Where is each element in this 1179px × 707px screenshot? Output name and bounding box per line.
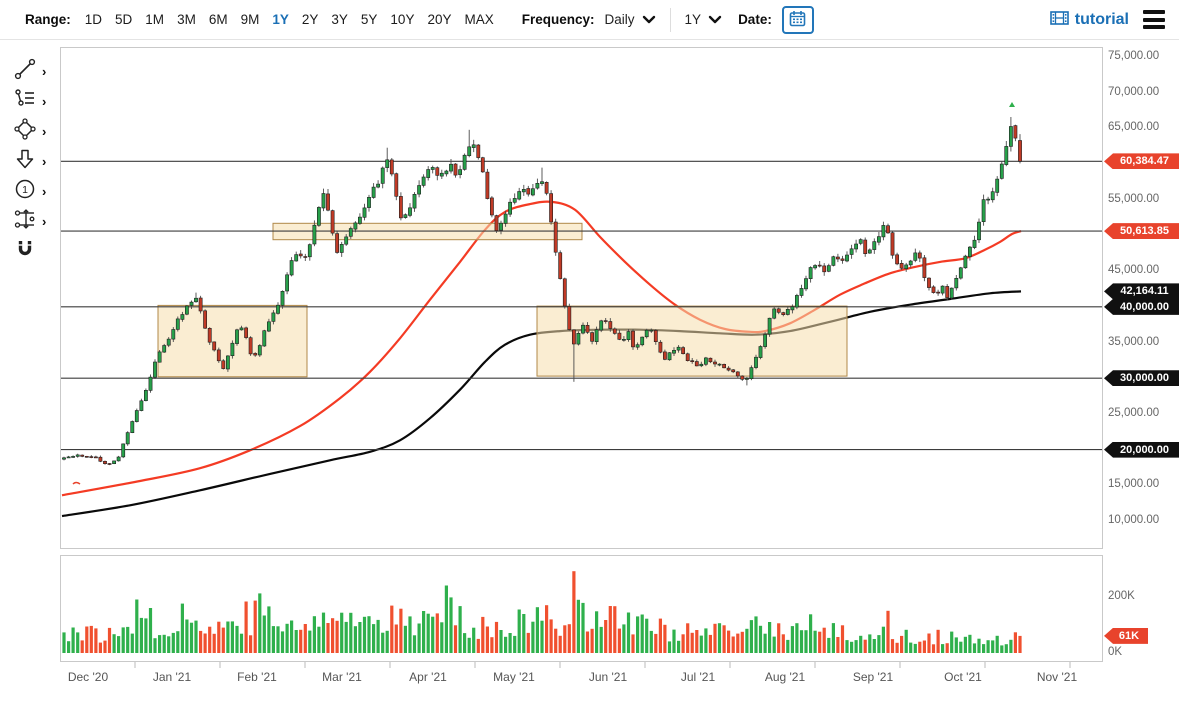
x-axis-month-label: Nov '21 [1025, 670, 1089, 684]
y-axis-tick: 75,000.00 [1108, 50, 1159, 62]
price-marker-badge: 30,000.00 [1104, 370, 1179, 386]
x-axis-month-label: Dec '20 [56, 670, 120, 684]
stock-chart-app: Range: 1D5D1M3M6M9M1Y2Y3Y5Y10Y20YMAX Fre… [0, 0, 1179, 707]
y-axis-tick: 35,000.00 [1108, 336, 1159, 348]
price-marker-badge: 60,384.47 [1104, 153, 1179, 169]
volume-axis-tick: 0K [1108, 646, 1122, 658]
x-axis-month-label: May '21 [482, 670, 546, 684]
volume-marker-badge: 61K [1104, 628, 1148, 644]
y-axis-tick: 15,000.00 [1108, 478, 1159, 490]
x-axis-month-label: Feb '21 [225, 670, 289, 684]
y-axis-tick: 55,000.00 [1108, 193, 1159, 205]
x-axis-month-label: Mar '21 [310, 670, 374, 684]
x-axis-month-label: Apr '21 [396, 670, 460, 684]
x-axis-month-label: Sep '21 [841, 670, 905, 684]
price-marker-badge: 40,000.00 [1104, 299, 1179, 315]
y-axis-tick: 65,000.00 [1108, 121, 1159, 133]
price-chart[interactable] [0, 0, 1179, 707]
y-axis-tick: 45,000.00 [1108, 264, 1159, 276]
price-marker-badge: 42,164.11 [1104, 283, 1179, 299]
x-axis-month-label: Oct '21 [931, 670, 995, 684]
y-axis-tick: 70,000.00 [1108, 86, 1159, 98]
price-marker-badge: 50,613.85 [1104, 223, 1179, 239]
volume-axis-tick: 200K [1108, 590, 1135, 602]
x-axis-month-label: Aug '21 [753, 670, 817, 684]
y-axis-tick: 10,000.00 [1108, 514, 1159, 526]
x-axis-month-label: Jun '21 [576, 670, 640, 684]
price-marker-badge: 20,000.00 [1104, 442, 1179, 458]
x-axis-month-label: Jul '21 [666, 670, 730, 684]
highlight-zone[interactable] [537, 306, 847, 376]
y-axis-tick: 25,000.00 [1108, 407, 1159, 419]
x-axis-month-label: Jan '21 [140, 670, 204, 684]
